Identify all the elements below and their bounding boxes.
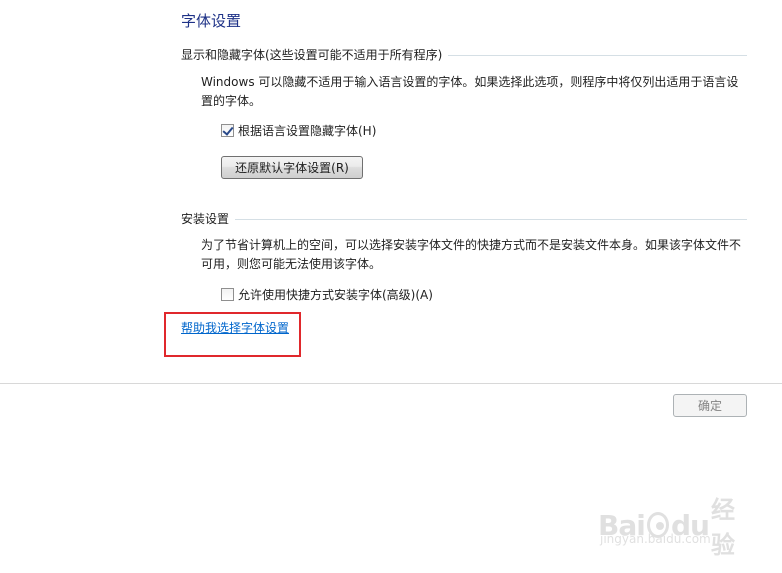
baidu-logo: Bai du 经验 <box>598 490 748 560</box>
restore-default-font-settings-button[interactable]: 还原默认字体设置(R) <box>221 156 363 179</box>
install-settings-description: 为了节省计算机上的空间，可以选择安装字体文件的快捷方式而不是安装文件本身。如果该… <box>201 238 742 271</box>
red-highlight-annotation <box>164 312 301 357</box>
page-title: 字体设置 <box>181 12 242 30</box>
section-divider <box>448 55 747 56</box>
baidu-jingyan-watermark: Bai du 经验 jingyan.baidu.com <box>598 488 748 560</box>
install-settings-header: 安装设置 <box>181 209 747 227</box>
hide-fonts-by-language-checkbox[interactable] <box>221 123 234 137</box>
allow-shortcut-install-checkbox-row[interactable]: 允许使用快捷方式安装字体(高级)(A) <box>221 286 433 302</box>
footer-divider <box>0 383 782 384</box>
show-hide-fonts-header: 显示和隐藏字体(这些设置可能不适用于所有程序) <box>181 45 747 63</box>
section-divider <box>235 219 747 220</box>
allow-shortcut-install-label[interactable]: 允许使用快捷方式安装字体(高级)(A) <box>238 286 433 303</box>
watermark-site-text: jingyan.baidu.com <box>600 532 711 546</box>
hide-fonts-by-language-label[interactable]: 根据语言设置隐藏字体(H) <box>238 122 376 139</box>
watermark-logo-text-right: 经验 <box>710 496 735 559</box>
show-hide-fonts-header-label: 显示和隐藏字体(这些设置可能不适用于所有程序) <box>181 47 443 62</box>
show-hide-fonts-description: Windows 可以隐藏不适用于输入语言设置的字体。如果选择此选项，则程序中将仅… <box>201 75 739 108</box>
allow-shortcut-install-checkbox[interactable] <box>221 287 234 301</box>
hide-fonts-by-language-checkbox-row[interactable]: 根据语言设置隐藏字体(H) <box>221 122 376 138</box>
ok-button[interactable]: 确定 <box>673 394 747 417</box>
install-settings-header-label: 安装设置 <box>181 211 230 226</box>
